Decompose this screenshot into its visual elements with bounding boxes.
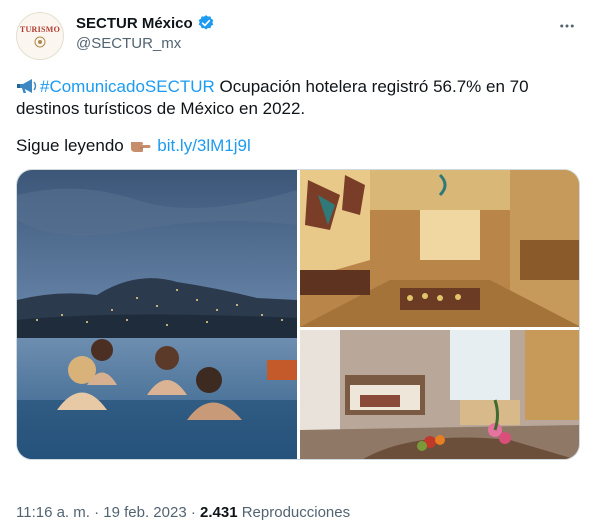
author-name-row: SECTUR México [76, 14, 215, 32]
short-link[interactable]: bit.ly/3lM1j9l [157, 136, 251, 155]
hotel-room-photo[interactable] [300, 330, 579, 459]
display-name[interactable]: SECTUR México [76, 15, 193, 32]
verified-badge-icon[interactable] [197, 14, 215, 32]
avatar-emblem-icon [34, 36, 46, 47]
timestamp[interactable]: 11:16 a. m. · 19 feb. 2023 · [16, 504, 200, 521]
tweet-text-part: Ocupación hotelera registró 56.7% en 70 [214, 77, 529, 96]
views-count: 2.431 [200, 504, 238, 521]
infinity-pool-night-photo[interactable] [17, 170, 297, 459]
views-label: Reproducciones [237, 504, 351, 521]
media-grid [16, 169, 580, 460]
handle[interactable]: @SECTUR_mx [76, 35, 181, 52]
more-dots-icon [560, 24, 574, 28]
read-more-line: Sigue leyendo bit.ly/3lM1j9l [16, 135, 251, 160]
avatar-brand-text: TURISMO [19, 24, 61, 34]
hotel-restaurant-buffet-photo[interactable] [300, 170, 579, 327]
more-options-button[interactable] [555, 14, 579, 38]
pointing-hand-icon [129, 136, 151, 160]
read-more-text: Sigue leyendo [16, 136, 124, 155]
hashtag-link[interactable]: #ComunicadoSECTUR [40, 77, 215, 96]
tweet-text-line-2: destinos turísticos de México en 2022. [16, 99, 306, 118]
avatar[interactable]: TURISMO [16, 12, 64, 60]
tweet-meta: 11:16 a. m. · 19 feb. 2023 · 2.431 Repro… [16, 504, 350, 521]
